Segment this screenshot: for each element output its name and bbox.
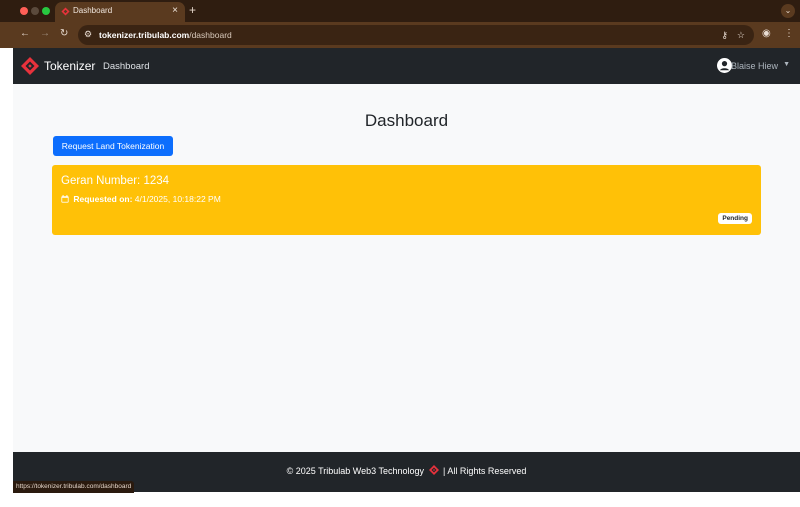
user-name: Blaise Hiew xyxy=(730,61,778,71)
tokenizer-logo-icon xyxy=(428,465,439,475)
brand-name[interactable]: Tokenizer xyxy=(44,59,95,73)
user-circle-icon xyxy=(717,58,732,73)
request-land-tokenization-button[interactable]: Request Land Tokenization xyxy=(53,136,173,156)
page-title: Dashboard xyxy=(364,111,449,130)
status-badge: Pending xyxy=(718,213,752,224)
requested-on-line: Requested on: 4/1/2025, 10:18:22 PM xyxy=(61,194,221,204)
url-path: /dashboard xyxy=(189,30,232,40)
new-tab-button[interactable]: + xyxy=(189,3,196,17)
address-bar[interactable]: ⚙ tokenizer.tribulab.com/dashboard ⚷ ☆ xyxy=(78,25,754,45)
forward-arrow-icon[interactable]: → xyxy=(40,27,50,41)
footer-copyright: © 2025 Tribulab Web3 Technology | All Ri… xyxy=(13,465,800,476)
calendar-icon xyxy=(61,195,69,203)
url-text[interactable]: tokenizer.tribulab.com/dashboard xyxy=(99,30,232,40)
requested-on-value: 4/1/2025, 10:18:22 PM xyxy=(134,194,221,204)
footer-text-right: | All Rights Reserved xyxy=(443,466,527,476)
tokenizer-logo-icon[interactable] xyxy=(21,57,39,75)
star-icon[interactable]: ☆ xyxy=(737,29,745,41)
footer-text-left: © 2025 Tribulab Web3 Technology xyxy=(286,466,424,476)
close-window-button[interactable] xyxy=(20,7,28,15)
browser-tab-strip: Dashboard × + ⌄ xyxy=(0,0,800,22)
app-navbar: Tokenizer Dashboard Blaise Hiew ▼ xyxy=(13,48,800,84)
maximize-window-button[interactable] xyxy=(42,7,50,15)
url-host: tokenizer.tribulab.com xyxy=(99,30,190,40)
nav-link-dashboard[interactable]: Dashboard xyxy=(103,61,149,72)
kebab-menu-icon[interactable]: ⋮ xyxy=(784,27,794,41)
user-menu[interactable]: Blaise Hiew ▼ xyxy=(710,58,790,74)
profile-icon[interactable]: ◉ xyxy=(762,27,771,41)
caret-down-icon: ▼ xyxy=(783,61,790,68)
reload-icon[interactable]: ↻ xyxy=(60,27,68,41)
tab-search-chevron-icon[interactable]: ⌄ xyxy=(781,4,795,18)
back-arrow-icon[interactable]: ← xyxy=(20,27,30,41)
key-icon[interactable]: ⚷ xyxy=(721,29,728,41)
page-viewport: Tokenizer Dashboard Blaise Hiew ▼ Dashbo… xyxy=(13,48,800,492)
tab-close-icon[interactable]: × xyxy=(172,5,178,17)
geran-number: Geran Number: 1234 xyxy=(61,175,170,187)
browser-tab-dashboard[interactable]: Dashboard × xyxy=(55,2,185,22)
tokenization-request-card[interactable]: Geran Number: 1234 Requested on: 4/1/202… xyxy=(52,165,761,235)
browser-toolbar: ← → ↻ ⚙ tokenizer.tribulab.com/dashboard… xyxy=(0,22,800,48)
tokenizer-logo-icon xyxy=(61,7,70,16)
tab-title: Dashboard xyxy=(73,6,113,15)
link-hover-status-url: https://tokenizer.tribulab.com/dashboard xyxy=(13,481,135,493)
site-info-icon[interactable]: ⚙ xyxy=(84,28,95,41)
requested-on-label: Requested on: xyxy=(73,194,133,204)
minimize-window-button[interactable] xyxy=(31,7,39,15)
